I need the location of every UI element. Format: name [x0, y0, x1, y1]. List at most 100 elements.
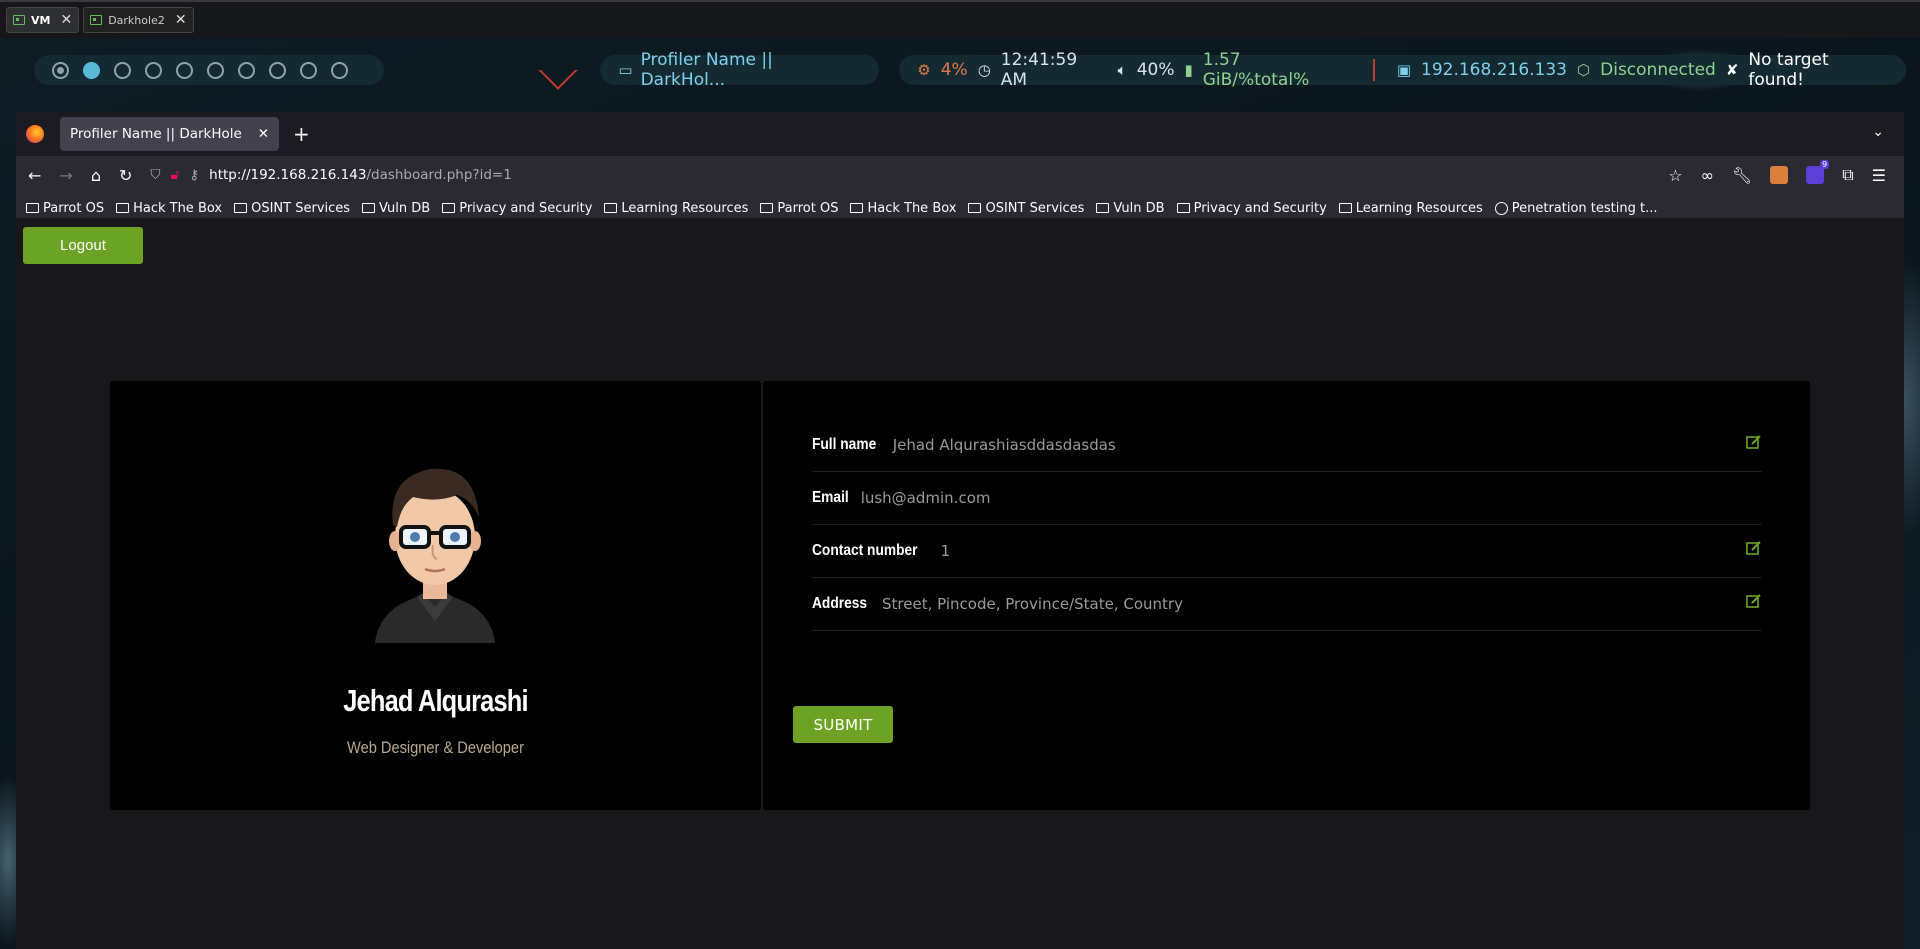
logout-button[interactable]: Logout: [23, 227, 143, 264]
parrot-logo-icon: [538, 50, 579, 90]
vpn-icon: ⬡: [1577, 61, 1591, 79]
workspace-10[interactable]: [331, 61, 348, 79]
clock-icon: ◷: [977, 61, 991, 79]
bookmark-item[interactable]: Learning Resources: [604, 201, 748, 216]
bookmark-item[interactable]: Vuln DB: [362, 201, 430, 216]
volume-icon[interactable]: 🔈︎: [1118, 61, 1127, 79]
vm-tab-darkhole2[interactable]: Darkhole2 ✕: [83, 7, 194, 33]
submit-button[interactable]: SUBMIT: [793, 706, 893, 743]
field-label: Email: [812, 489, 849, 506]
bookmark-item[interactable]: Hack The Box: [116, 201, 222, 216]
close-icon[interactable]: ✕: [258, 126, 269, 142]
workspace-5[interactable]: [176, 61, 193, 79]
bookmark-item[interactable]: Parrot OS: [760, 201, 838, 216]
field-label: Contact number: [812, 542, 918, 559]
workspace-2[interactable]: [83, 61, 100, 79]
reload-icon[interactable]: ↻: [119, 166, 132, 185]
divider: [1372, 59, 1375, 81]
web-page: Logout Jehad Alqurashi Web Designer & De…: [16, 218, 1904, 949]
tab-title: Profiler Name || DarkHole: [70, 126, 242, 142]
extension-icon[interactable]: 9: [1806, 160, 1830, 184]
folder-icon: [26, 202, 39, 213]
workspace-8[interactable]: [269, 61, 286, 79]
folder-icon: [116, 202, 130, 213]
bookmark-star-icon[interactable]: ☆: [1668, 166, 1682, 185]
vpn-status: Disconnected: [1600, 60, 1716, 80]
profile-card: Jehad Alqurashi Web Designer & Developer: [110, 381, 761, 810]
workspace-9[interactable]: [300, 61, 317, 79]
field-address: Address Street, Pincode, Province/State,…: [812, 578, 1762, 631]
edit-icon[interactable]: [1746, 541, 1762, 555]
bookmark-item[interactable]: Parrot OS: [26, 201, 104, 216]
folder-icon: [604, 202, 618, 213]
bookmark-item[interactable]: Privacy and Security: [442, 201, 592, 216]
workspace-1[interactable]: [52, 61, 69, 79]
chevron-down-icon[interactable]: ⌄: [1872, 124, 1884, 140]
field-label: Address: [812, 595, 868, 612]
ip-address: 192.168.216.133: [1421, 60, 1568, 80]
window-title-text: Profiler Name || DarkHol...: [640, 50, 773, 90]
navigation-toolbar: ← → ⌂ ↻ ⛉ 🔓︎ ⚷ http://192.168.216.143/da…: [16, 156, 1904, 194]
vm-icon: [90, 15, 103, 25]
toolbar-actions: ☆ ∞ 🔧︎ 9 ⧉ ☰: [1668, 160, 1886, 185]
bookmark-item[interactable]: Vuln DB: [1096, 201, 1165, 216]
vm-tab-strip: VM ✕ Darkhole2 ✕: [0, 0, 1920, 38]
clock: 12:41:59 AM: [1000, 50, 1078, 90]
url-bar[interactable]: ⛉ 🔓︎ ⚷ http://192.168.216.143/dashboard.…: [150, 160, 1650, 190]
url-host: http://192.168.216.143: [209, 167, 367, 183]
browser-tab[interactable]: Profiler Name || DarkHole ✕: [60, 117, 279, 151]
target-status: No target found!: [1748, 50, 1829, 90]
wrench-icon[interactable]: 🔧︎: [1732, 166, 1752, 185]
bookmark-item[interactable]: OSINT Services: [234, 201, 350, 216]
folder-icon: [760, 202, 774, 213]
browser-tab-strip: Profiler Name || DarkHole ✕ + ⌄: [16, 112, 1904, 156]
network-icon: ▣: [1396, 61, 1411, 79]
folder-icon: [1338, 202, 1352, 213]
close-icon[interactable]: ✕: [175, 12, 187, 28]
profile-details-form: Full name Jehad Alqurashiasddasdasdas Em…: [763, 381, 1810, 810]
close-icon[interactable]: ✕: [60, 12, 72, 28]
workspace-switcher: [34, 55, 385, 85]
back-icon[interactable]: ←: [28, 166, 41, 185]
workspace-7[interactable]: [238, 61, 255, 79]
new-tab-icon[interactable]: +: [293, 122, 310, 146]
menu-icon[interactable]: ☰: [1872, 166, 1886, 185]
forward-icon[interactable]: →: [59, 166, 72, 185]
shield-icon[interactable]: ⛉: [150, 167, 160, 183]
folder-icon: [1096, 202, 1110, 213]
vm-tab-label: VM: [31, 13, 51, 27]
email-value: lush@admin.com: [860, 489, 991, 507]
extension-badge: 9: [1820, 160, 1830, 169]
full-name-value[interactable]: Jehad Alqurashiasddasdasdas: [893, 436, 1116, 454]
puzzle-icon[interactable]: ⧉: [1842, 165, 1853, 185]
memory-icon: ▮: [1184, 61, 1193, 79]
field-label: Full name: [812, 436, 877, 453]
firefox-icon: [26, 125, 44, 143]
folder-icon: [968, 202, 982, 213]
contact-number-value[interactable]: 1: [941, 542, 951, 560]
bookmark-item[interactable]: Penetration testing t...: [1494, 201, 1658, 216]
insecure-lock-icon[interactable]: 🔓︎: [171, 167, 180, 183]
edit-icon[interactable]: [1746, 594, 1762, 608]
edit-icon[interactable]: [1746, 435, 1762, 449]
target-icon: ✘: [1725, 61, 1739, 79]
field-contact-number: Contact number 1: [812, 525, 1762, 578]
folder-icon: [850, 202, 864, 213]
vm-tab-vm[interactable]: VM ✕: [6, 7, 80, 33]
bookmark-item[interactable]: OSINT Services: [968, 201, 1084, 216]
folder-icon: [1176, 202, 1190, 213]
bookmark-item[interactable]: Hack The Box: [850, 201, 956, 216]
folder-icon: [442, 202, 456, 213]
extension-icon[interactable]: [1770, 166, 1789, 184]
key-icon[interactable]: ⚷: [189, 167, 199, 183]
workspace-3[interactable]: [114, 61, 131, 79]
bookmark-item[interactable]: Learning Resources: [1338, 201, 1483, 216]
workspace-6[interactable]: [207, 61, 224, 79]
home-icon[interactable]: ⌂: [91, 166, 101, 185]
workspace-4[interactable]: [145, 61, 162, 79]
field-email: Email lush@admin.com: [812, 472, 1762, 525]
cpu-usage: 4%: [940, 60, 968, 80]
bookmark-item[interactable]: Privacy and Security: [1176, 201, 1327, 216]
address-value[interactable]: Street, Pincode, Province/State, Country: [882, 595, 1183, 613]
private-mask-icon[interactable]: ∞: [1701, 166, 1714, 185]
